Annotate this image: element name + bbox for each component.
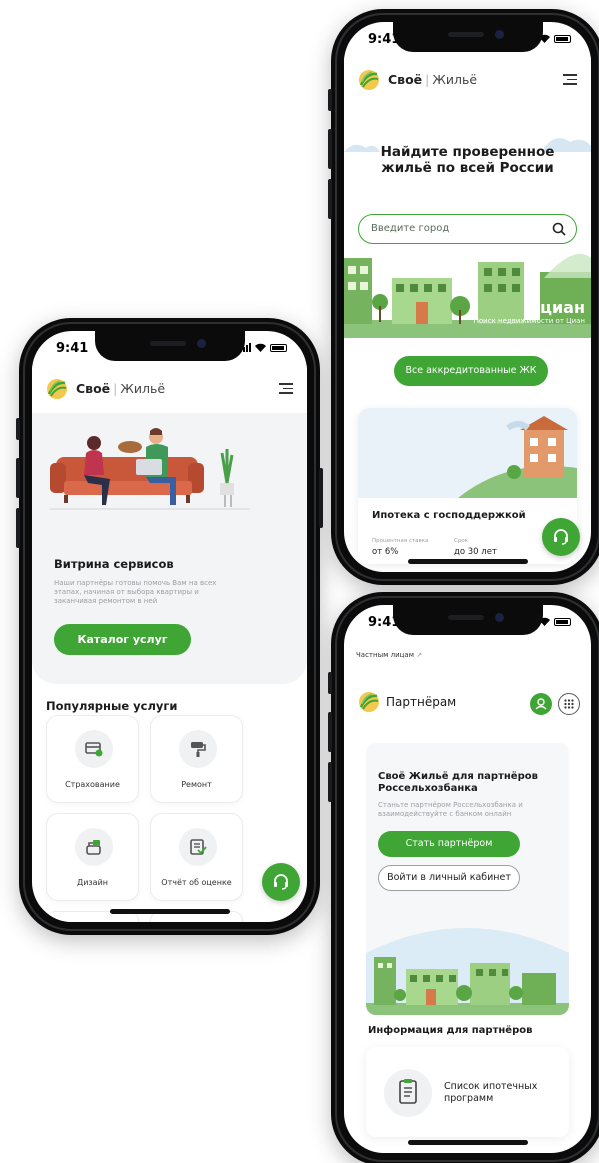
screen: 9:41 Своё | Жильё Найдите проверенное жиль… — [344, 22, 591, 572]
mortgage-programs-link: Список ипотечных программ — [444, 1081, 538, 1104]
become-partner-button[interactable]: Стать партнёром — [378, 831, 520, 857]
login-cabinet-button[interactable]: Войти в личный кабинет — [378, 865, 520, 891]
tile-label: Ремонт — [181, 780, 212, 789]
insurance-icon — [85, 742, 103, 757]
service-tile-repair[interactable]: Ремонт — [150, 715, 243, 803]
brand-name[interactable]: Своё | Жильё — [76, 381, 165, 396]
grid-icon — [564, 699, 574, 709]
page-title: Партнёрам — [386, 695, 457, 709]
phone-left: 9:41 Своё | Жильё Витрина сервисов Наши … — [16, 318, 323, 935]
tile-label: Дизайн — [76, 878, 109, 887]
menu-icon[interactable] — [279, 383, 293, 394]
services-hero: Витрина сервисов Наши партнёры готовы по… — [32, 399, 307, 684]
term-label: Срок — [454, 538, 469, 544]
user-icon — [535, 698, 547, 710]
term-value: до 30 лет — [454, 547, 497, 557]
brand-name[interactable]: Своё | Жильё — [388, 72, 477, 87]
screen: 9:41 Частным лицам ↗ Партнёрам Своё Жиль… — [344, 605, 591, 1153]
phone-top-right: 9:41 Своё | Жильё Найдите проверенное жиль… — [328, 9, 599, 585]
battery-icon — [270, 344, 287, 352]
cian-logo: циан — [540, 298, 585, 317]
profile-button[interactable] — [530, 693, 552, 715]
mortgage-image — [358, 408, 577, 498]
search-icon[interactable] — [552, 222, 566, 236]
home-indicator — [407, 1140, 528, 1145]
hero-title: Найдите проверенное жильё по всей России — [380, 144, 555, 176]
home-indicator — [109, 909, 230, 914]
home-indicator — [407, 559, 528, 564]
partner-card-title: Своё Жильё для партнёров Россельхозбанка — [378, 771, 538, 794]
logo-icon[interactable] — [358, 69, 380, 91]
tile-label: Отчёт об оценке — [161, 878, 232, 887]
partner-card: Своё Жильё для партнёров Россельхозбанка… — [366, 743, 569, 1015]
accredited-complexes-button[interactable]: Все аккредитованные ЖК — [394, 356, 548, 386]
breadcrumb[interactable]: Частным лицам ↗ — [356, 651, 422, 659]
apps-button[interactable] — [558, 693, 580, 715]
service-tile-design[interactable]: Дизайн — [46, 813, 139, 901]
phone-bottom-right: 9:41 Частным лицам ↗ Партнёрам Своё Жиль… — [328, 592, 599, 1163]
headset-icon — [274, 874, 288, 890]
popular-title: Популярные услуги — [46, 699, 178, 713]
battery-icon — [554, 618, 571, 626]
mortgage-title: Ипотека с господдержкой — [372, 510, 526, 521]
battery-icon — [554, 35, 571, 43]
partner-card-description: Станьте партнёром Россельхозбанка и взаи… — [378, 801, 523, 818]
menu-icon[interactable] — [563, 74, 577, 85]
partners-info-title: Информация для партнёров — [368, 1025, 533, 1036]
support-button[interactable] — [262, 863, 300, 901]
external-arrow-icon: ↗ — [416, 651, 423, 659]
sofa-illustration — [50, 428, 250, 510]
service-tile-report[interactable]: Отчёт об оценке — [150, 813, 243, 901]
rate-value: от 6% — [372, 547, 399, 557]
screen: 9:41 Своё | Жильё Витрина сервисов Наши … — [32, 331, 307, 922]
tile-label: Страхование — [65, 780, 120, 789]
city-search-input[interactable]: Введите город — [358, 214, 577, 244]
report-icon — [190, 839, 207, 855]
status-time: 9:41 — [56, 341, 89, 356]
city-illustration — [366, 928, 569, 1015]
design-icon — [86, 840, 101, 855]
term-block: Срок до 30 лет — [454, 538, 497, 557]
mortgage-programs-card[interactable]: Список ипотечных программ — [366, 1047, 569, 1137]
services-description: Наши партнёры готовы помочь Вам на всех … — [54, 579, 217, 605]
cian-caption: Поиск недвижимости от Циан — [473, 317, 585, 325]
cian-badge[interactable]: циан Поиск недвижимости от Циан — [474, 298, 585, 325]
support-button[interactable] — [542, 518, 580, 556]
headset-icon — [554, 529, 568, 545]
search-placeholder: Введите город — [371, 223, 450, 234]
header: Своё | Жильё — [32, 365, 307, 413]
rate-label: Процентная ставка — [372, 538, 429, 544]
catalog-button[interactable]: Каталог услуг — [54, 624, 191, 655]
paint-roller-icon — [191, 742, 206, 757]
wifi-icon — [255, 343, 266, 352]
document-icon — [399, 1079, 417, 1104]
logo-icon[interactable] — [46, 378, 68, 400]
service-tile-insurance[interactable]: Страхование — [46, 715, 139, 803]
rate-block: Процентная ставка от 6% — [372, 538, 428, 557]
document-icon-wrap — [384, 1069, 432, 1117]
logo-icon[interactable] — [358, 691, 380, 713]
services-title: Витрина сервисов — [54, 557, 174, 571]
header: Своё | Жильё — [344, 56, 591, 104]
